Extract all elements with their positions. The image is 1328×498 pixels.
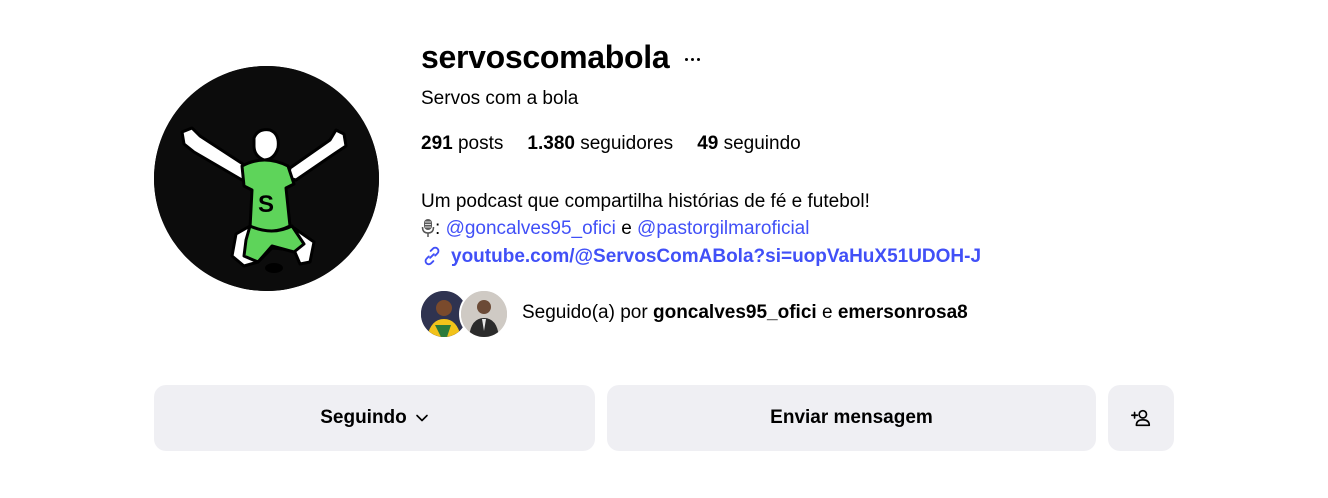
followers-stat[interactable]: 1.380 seguidores — [527, 132, 673, 156]
more-options-icon[interactable] — [685, 49, 701, 69]
following-button-label: Seguindo — [320, 407, 407, 428]
followed-by-avatars — [419, 289, 511, 339]
followed-user-2[interactable]: emersonrosa8 — [838, 302, 968, 323]
suggest-users-button[interactable] — [1108, 385, 1174, 451]
chevron-down-icon — [415, 414, 428, 422]
avatar-image — [461, 291, 507, 337]
following-label: seguindo — [723, 133, 801, 154]
profile-actions: Seguindo Enviar mensagem — [154, 385, 1174, 451]
followers-count: 1.380 — [527, 133, 575, 154]
link-text[interactable]: youtube.com/@ServosComABola?si=uopVaHuX5… — [451, 243, 981, 270]
bio: Um podcast que compartilha histórias de … — [421, 188, 1201, 268]
following-count: 49 — [697, 133, 719, 154]
followed-user-1[interactable]: goncalves95_ofici — [653, 302, 817, 323]
send-message-label: Enviar mensagem — [770, 407, 933, 428]
posts-label: posts — [457, 133, 504, 154]
add-user-icon — [1131, 409, 1151, 427]
profile-header: S servoscomabola Servos com a bola 291 p… — [0, 0, 1328, 498]
followers-label: seguidores — [580, 133, 674, 154]
microphone-icon — [421, 219, 435, 237]
profile-info: servoscomabola Servos com a bola 291 pos… — [419, 32, 1201, 339]
followed-by[interactable]: Seguido(a) por goncalves95_ofici e emers… — [419, 288, 1201, 339]
bio-connector: e — [621, 218, 632, 239]
mention-pastorgilmar[interactable]: @pastorgilmaroficial — [637, 218, 809, 239]
posts-count: 291 — [421, 133, 453, 154]
following-stat[interactable]: 49 seguindo — [697, 132, 801, 156]
username: servoscomabola — [421, 39, 670, 75]
username-row: servoscomabola — [421, 32, 1201, 82]
followed-connector: e — [821, 302, 833, 323]
avatar-emersonrosa[interactable] — [459, 289, 509, 339]
posts-stat[interactable]: 291 posts — [421, 132, 503, 156]
send-message-button[interactable]: Enviar mensagem — [607, 385, 1096, 451]
followed-prefix: Seguido(a) por — [522, 302, 648, 323]
full-name: Servos com a bola — [421, 88, 579, 109]
soccer-player-logo: S — [154, 66, 379, 291]
mention-goncalves[interactable]: @goncalves95_ofici — [446, 218, 616, 239]
svg-text:S: S — [258, 191, 274, 218]
link-icon — [424, 246, 440, 266]
profile-avatar[interactable]: S — [154, 66, 379, 291]
following-button[interactable]: Seguindo — [154, 385, 595, 451]
followed-by-text: Seguido(a) por goncalves95_ofici e emers… — [522, 302, 968, 324]
mic-suffix: : — [435, 218, 441, 239]
profile-stats: 291 posts 1.380 seguidores 49 seguindo — [421, 132, 1201, 156]
bio-line-1: Um podcast que compartilha histórias de … — [421, 191, 870, 212]
bio-line-2: : @goncalves95_ofici e @pastorgilmarofic… — [421, 215, 1201, 242]
external-link[interactable]: youtube.com/@ServosComABola?si=uopVaHuX5… — [421, 244, 1201, 268]
